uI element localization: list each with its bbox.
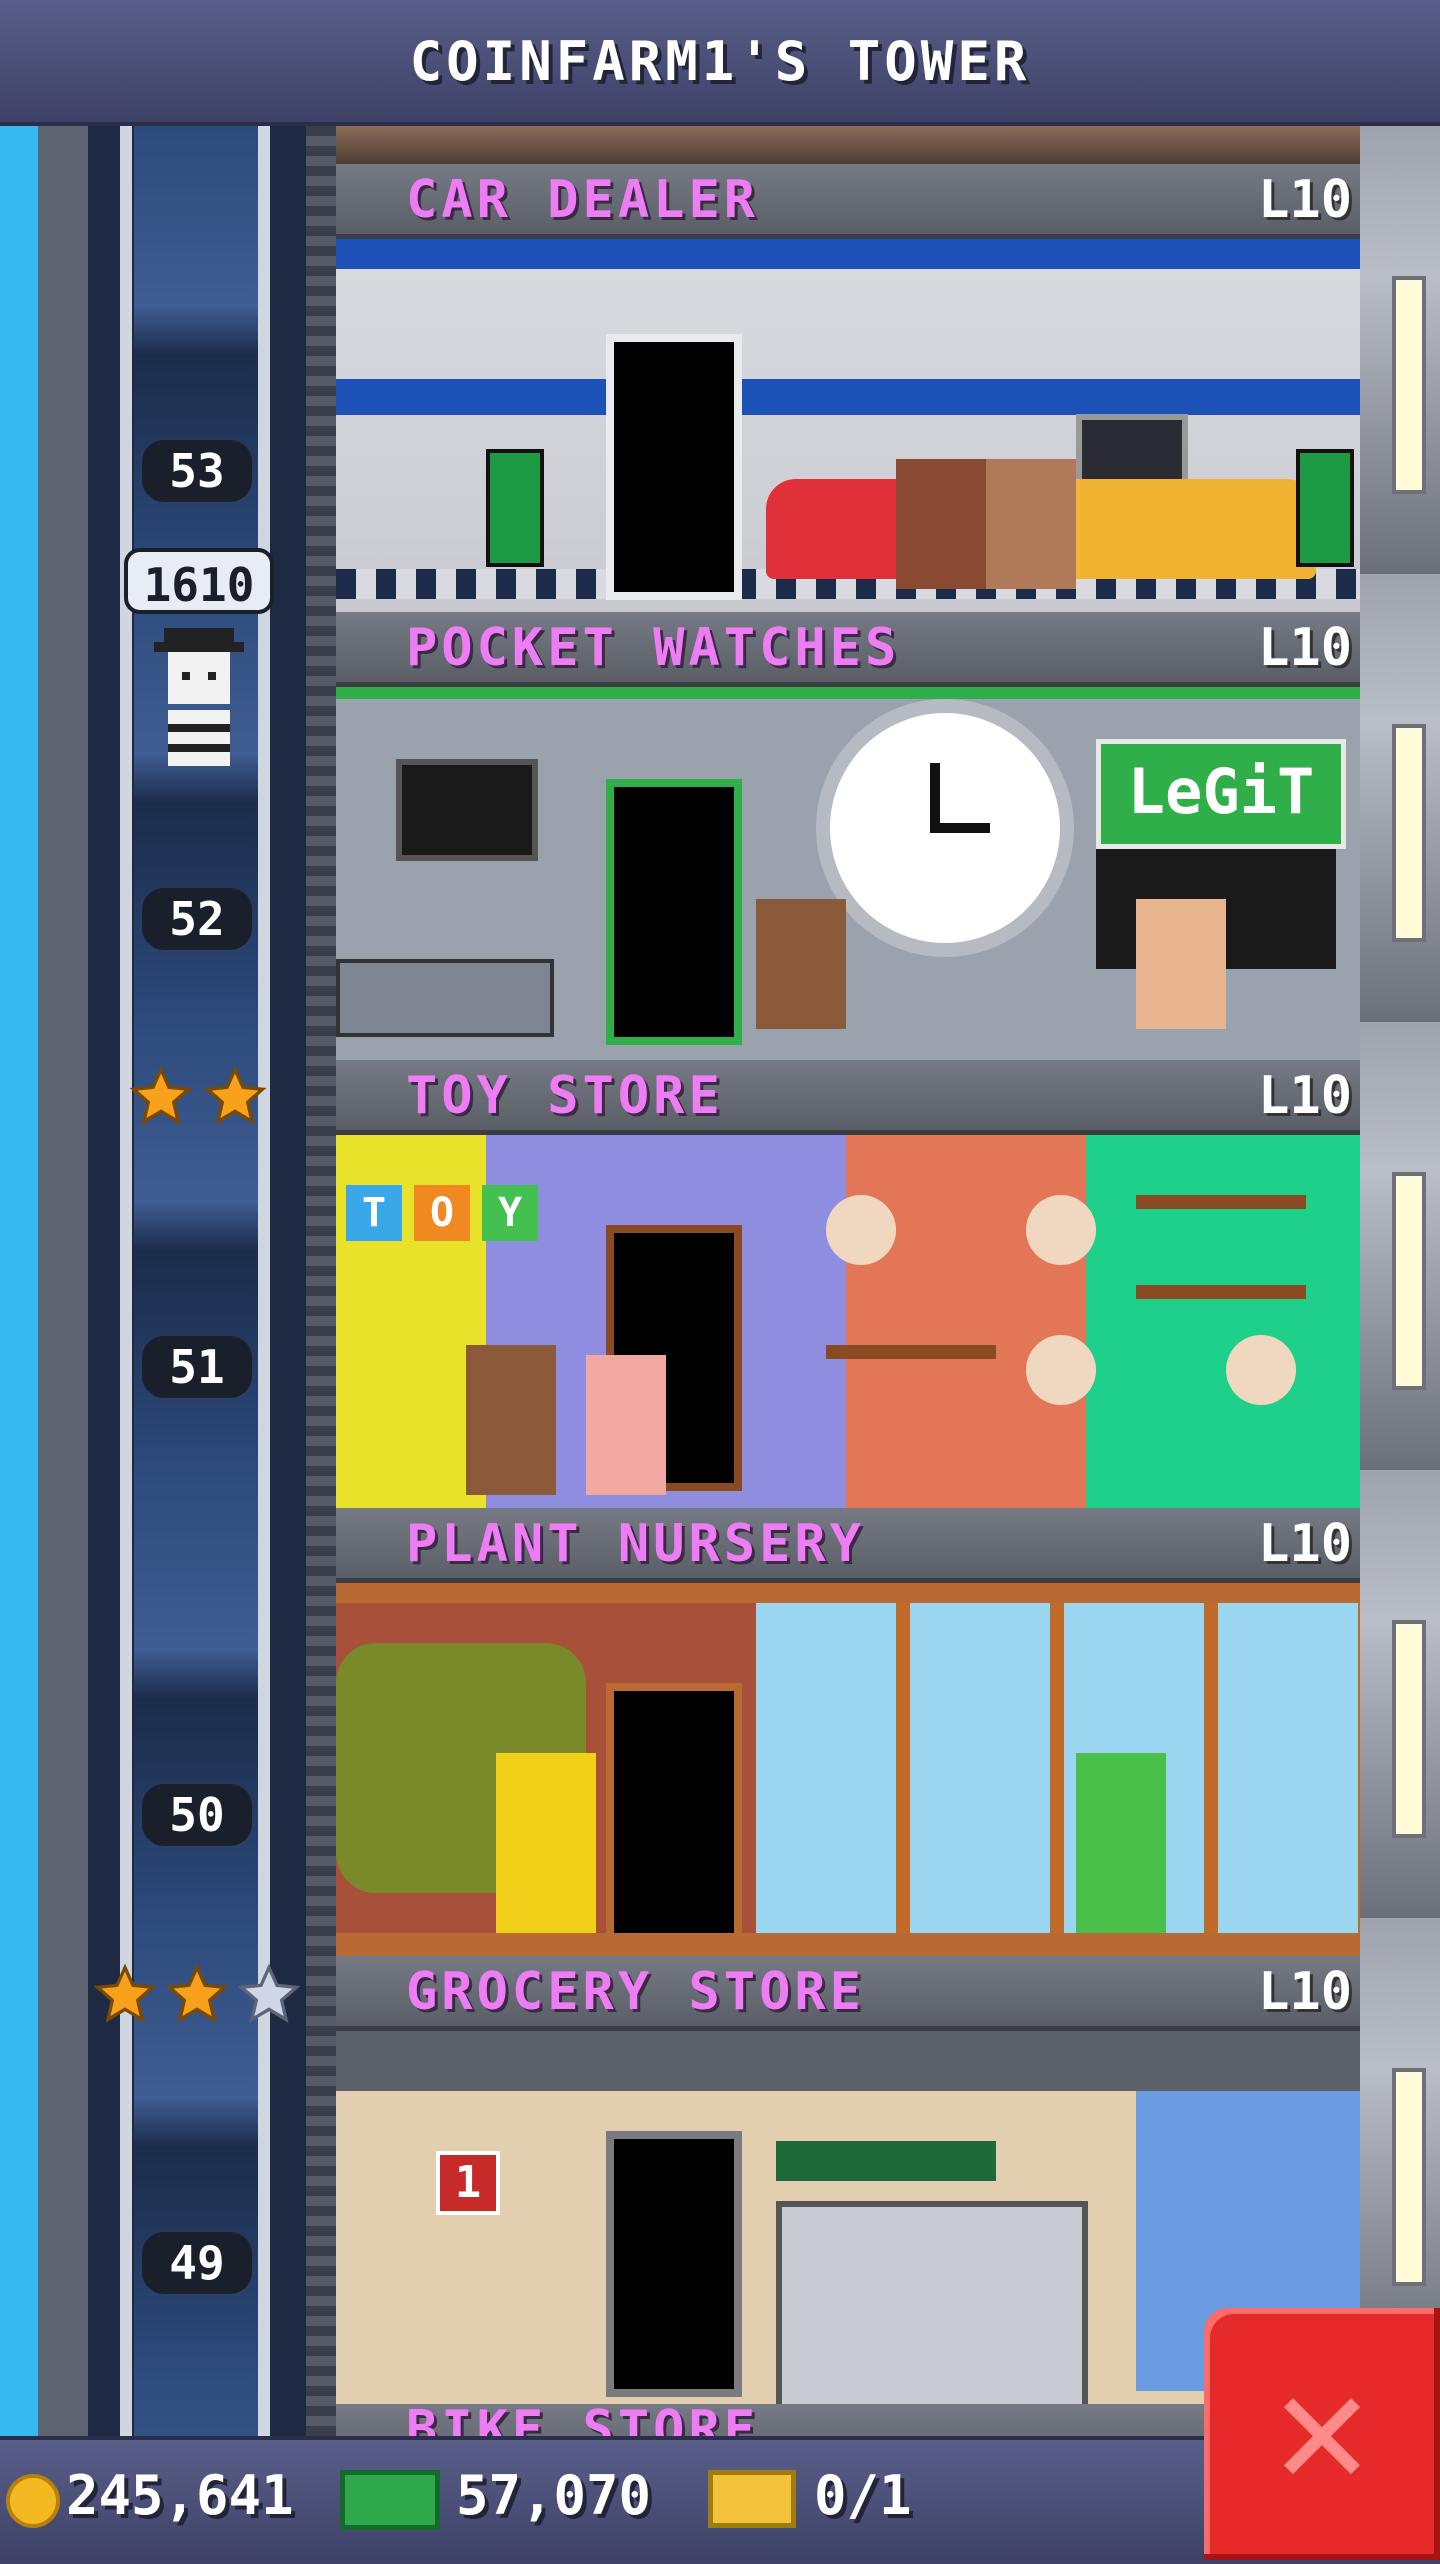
elevator-passenger-count: 1610 <box>124 548 274 614</box>
wall-circle-decor <box>1026 1335 1096 1405</box>
floor-name: BIKE STORE <box>406 2404 760 2436</box>
legit-sign: LeGiT <box>1096 739 1346 849</box>
fridge <box>776 2201 1088 2404</box>
close-button[interactable]: ✕ <box>1204 2308 1440 2560</box>
toy-block: Y <box>482 1185 538 1241</box>
floor-name: POCKET WATCHES <box>406 618 901 678</box>
bux-icon <box>340 2470 440 2530</box>
floor-toy-store[interactable]: TOY STORE L10 T O Y <box>336 1060 1360 1508</box>
toy-block: O <box>414 1185 470 1241</box>
floor-number-50: 50 <box>142 1784 252 1846</box>
display-case <box>336 959 554 1037</box>
golden-ticket-icon <box>708 2470 796 2528</box>
room-interior: LeGiT <box>336 687 1360 1060</box>
floor-number-53: 53 <box>142 440 252 502</box>
toy-block: T <box>346 1185 402 1241</box>
door <box>606 334 742 600</box>
shopkeeper-sprite <box>1136 899 1226 1029</box>
customer-sprite <box>496 1753 596 1933</box>
star-icon <box>202 1064 268 1130</box>
window-frames <box>756 1603 1360 1943</box>
floor-number-51: 51 <box>142 1336 252 1398</box>
star-icon <box>236 1962 302 2028</box>
window-light <box>1392 724 1426 942</box>
floor-banner: CAR DEALER L10 <box>336 164 1360 239</box>
aisle-number-sign: 1 <box>436 2151 500 2215</box>
coin-icon <box>6 2474 60 2528</box>
floor-plant-nursery[interactable]: PLANT NURSERY L10 <box>336 1508 1360 1956</box>
door <box>606 1683 742 1949</box>
floor-name: TOY STORE <box>406 1066 724 1126</box>
close-icon: ✕ <box>1273 2334 1371 2521</box>
door <box>606 779 742 1045</box>
wall-monitor <box>396 759 538 861</box>
store-sign <box>776 2141 996 2181</box>
floor-car-dealer[interactable]: CAR DEALER L10 <box>336 164 1360 612</box>
coin-count: 245,641 <box>66 2464 294 2527</box>
ticket-count: 0/1 <box>814 2464 912 2527</box>
floor-level: L10 <box>1258 1962 1352 2022</box>
floor-partial-top <box>336 126 1360 166</box>
room-interior <box>336 1583 1360 1956</box>
customer-sprite <box>986 459 1076 589</box>
floor-number-52: 52 <box>142 888 252 950</box>
customer-sprite <box>896 459 986 589</box>
yellow-car <box>1036 479 1316 579</box>
info-stand <box>486 449 544 567</box>
elevator-rail-left <box>120 126 132 2436</box>
clock-icon <box>816 699 1074 957</box>
floor-banner: POCKET WATCHES L10 <box>336 612 1360 687</box>
door <box>606 2131 742 2397</box>
wall-circle-decor <box>1026 1195 1096 1265</box>
floor-number-49: 49 <box>142 2232 252 2294</box>
sky <box>0 126 38 2436</box>
floor-banner: TOY STORE L10 <box>336 1060 1360 1135</box>
floor-name: CAR DEALER <box>406 170 760 230</box>
floor-pocket-watches[interactable]: POCKET WATCHES L10 LeGiT <box>336 612 1360 1060</box>
floor-banner: PLANT NURSERY L10 <box>336 1508 1360 1583</box>
window-light <box>1392 2068 1426 2286</box>
wall-stripe <box>336 379 1360 415</box>
floor-level: L10 <box>1258 170 1352 230</box>
floor-boards <box>336 1933 1360 1956</box>
wall-circle-decor <box>826 1195 896 1265</box>
shelf <box>1136 1285 1306 1299</box>
window-light <box>1392 1620 1426 1838</box>
floor-banner: GROCERY STORE L10 <box>336 1956 1360 2031</box>
floor-name: GROCERY STORE <box>406 1962 865 2022</box>
info-stand <box>1296 449 1354 567</box>
floor-name: PLANT NURSERY <box>406 1514 865 1574</box>
shelf <box>1136 1195 1306 1209</box>
tower-title: COINFARM1'S TOWER <box>409 29 1031 93</box>
window-light <box>1392 1172 1426 1390</box>
customer-sprite <box>586 1355 666 1495</box>
floor-level: L10 <box>1258 618 1352 678</box>
star-icon <box>164 1962 230 2028</box>
security-guard-sprite <box>466 1345 556 1495</box>
shaft-edge <box>306 126 336 2436</box>
star-icon <box>128 1064 194 1130</box>
bux-count: 57,070 <box>456 2464 652 2527</box>
shelf <box>826 1345 996 1359</box>
toy-blocks: T O Y <box>346 1185 546 1245</box>
room-interior <box>336 239 1360 612</box>
floor-level: L10 <box>1258 1066 1352 1126</box>
wall-circle-decor <box>1226 1335 1296 1405</box>
star-icon <box>92 1962 158 2028</box>
shaft-frame <box>38 126 88 2436</box>
floor-level: L10 <box>1258 1514 1352 1574</box>
window-light <box>1392 276 1426 494</box>
elevator-operator-sprite <box>154 628 244 768</box>
title-bar: COINFARM1'S TOWER <box>0 0 1440 126</box>
elevator-rail-right <box>258 126 270 2436</box>
customer-sprite <box>756 899 846 1029</box>
room-interior: T O Y <box>336 1135 1360 1508</box>
gardener-sprite <box>1076 1753 1166 1933</box>
elevator-car[interactable]: 1610 <box>124 548 274 788</box>
